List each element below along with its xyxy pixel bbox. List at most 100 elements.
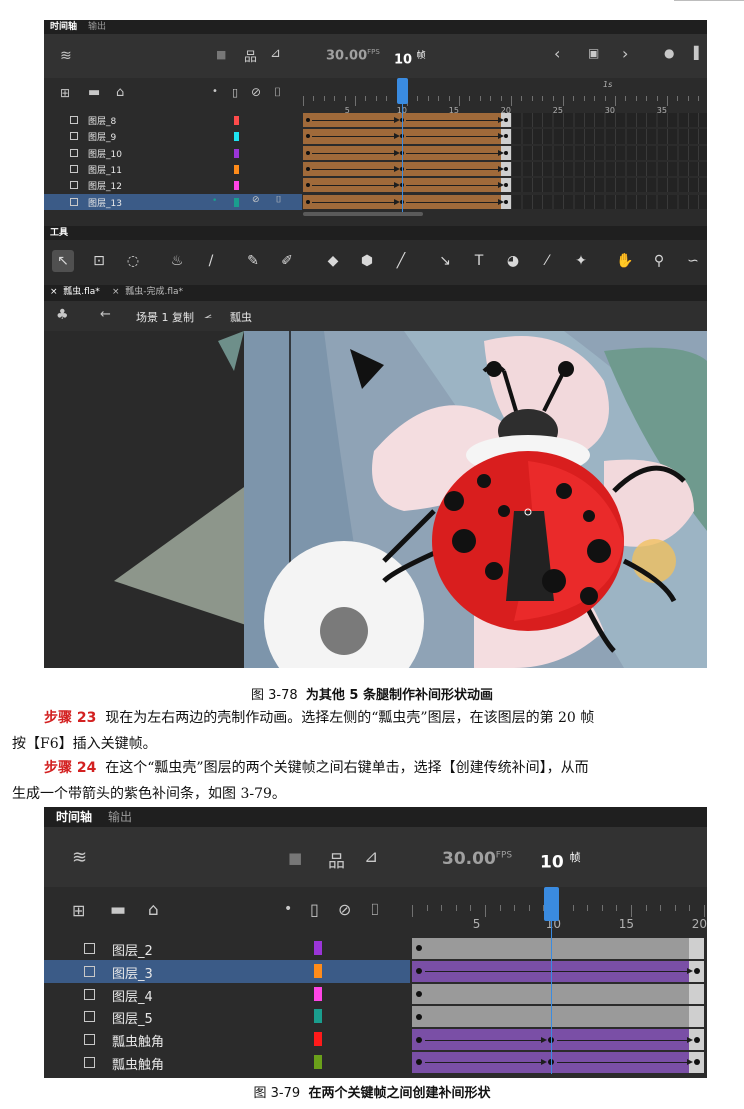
layer-name[interactable]: 图层_4 (112, 986, 153, 1005)
asset-warp-tool-icon[interactable]: ∽ (682, 250, 704, 272)
hide-layers-icon[interactable]: ⊘ (251, 85, 261, 99)
document-tab[interactable]: × 瓢虫-完成.fla* (112, 285, 183, 299)
line-tool-icon[interactable]: ╱ (390, 250, 412, 272)
layer-color-swatch[interactable] (314, 941, 322, 955)
keyframe-dot[interactable] (503, 150, 508, 155)
hierarchy-icon[interactable]: 品 (328, 847, 345, 872)
layer-color-swatch[interactable] (234, 148, 239, 158)
lasso-tool-icon[interactable]: ◌ (122, 250, 144, 272)
layer-color-swatch[interactable] (234, 164, 239, 174)
layer-row[interactable]: 图层_10 (44, 145, 302, 161)
layers-stack-icon[interactable]: ≋ (60, 48, 72, 64)
layer-color-swatch[interactable] (234, 197, 239, 207)
eraser-tool-icon[interactable]: ◆ (322, 250, 344, 272)
layer-color-swatch[interactable] (314, 1055, 322, 1069)
layer-name[interactable]: 图层_11 (88, 163, 122, 176)
camera-icon[interactable]: ■ (216, 48, 226, 61)
tab-output[interactable]: 输出 (84, 20, 110, 34)
graph-icon[interactable]: ⊿ (364, 847, 378, 867)
lock-layers-icon[interactable]: ⌷ (274, 85, 281, 100)
breadcrumb-scene[interactable]: 场景 1 复制 (136, 309, 194, 325)
end-frame-cell[interactable] (689, 1006, 704, 1028)
keyframe-dot[interactable] (693, 968, 700, 975)
next-frame-icon[interactable]: › (622, 44, 628, 63)
static-frame-span[interactable] (412, 1006, 704, 1028)
layer-name[interactable]: 瓢虫触角 (112, 1054, 164, 1073)
layer-name[interactable]: 瓢虫触角 (112, 1031, 164, 1050)
layer-row[interactable]: 图层_11 (44, 161, 302, 177)
text-tool-icon[interactable]: T (468, 250, 490, 272)
layer-color-swatch[interactable] (234, 132, 239, 142)
lock-layers-icon[interactable]: ⌷ (370, 900, 380, 920)
layer-color-swatch[interactable] (234, 116, 239, 125)
playhead-line[interactable] (550, 921, 552, 1074)
graph-icon[interactable]: ⊿ (270, 46, 281, 61)
keyframe-dot[interactable] (416, 1036, 423, 1043)
onion-skin-icon[interactable]: ● (664, 46, 674, 60)
static-frame-span[interactable] (412, 983, 704, 1005)
layer-row[interactable]: 图层_12 (44, 177, 302, 193)
layer-row[interactable]: 图层_13 • ⊘ ⌷ (44, 193, 302, 210)
hierarchy-icon[interactable]: 品 (244, 46, 257, 65)
layer-name[interactable]: 图层_13 (88, 196, 122, 209)
layer-name[interactable]: 图层_5 (112, 1008, 153, 1027)
highlight-dot-icon[interactable]: • (212, 196, 217, 206)
new-folder-icon[interactable]: ▬ (88, 85, 100, 100)
layer-name[interactable]: 图层_2 (112, 940, 153, 959)
back-arrow-icon[interactable]: ← (100, 307, 111, 322)
layer-color-swatch[interactable] (234, 181, 239, 191)
tab-output[interactable]: 输出 (104, 807, 136, 827)
layer-row[interactable]: 图层_8 (44, 112, 302, 128)
new-layer-icon[interactable]: ⊞ (60, 86, 70, 100)
edit-multiple-frames-icon[interactable]: ▌ (694, 46, 703, 60)
breadcrumb-symbol[interactable]: 瓢虫 (230, 309, 252, 325)
keyframe-dot[interactable] (306, 199, 311, 204)
keyframe-dot[interactable] (693, 1036, 700, 1043)
eyedropper-tool-icon[interactable]: ⁄ (536, 250, 558, 272)
layer-name[interactable]: 图层_12 (88, 179, 122, 192)
new-folder-icon[interactable]: ▬ (110, 900, 126, 920)
end-frame-cell[interactable] (689, 983, 704, 1005)
tab-timeline[interactable]: 时间轴 (46, 20, 81, 34)
selection-tool-icon[interactable]: ↖ (52, 250, 74, 272)
current-frame-display[interactable]: 10 帧 (540, 849, 581, 873)
layer-row[interactable]: 图层_4 (44, 983, 410, 1006)
lock-layer-icon[interactable]: ⌷ (276, 195, 281, 205)
hide-layer-icon[interactable]: ⊘ (252, 195, 260, 205)
new-layer-icon[interactable]: ⊞ (72, 901, 85, 920)
end-frame-cell[interactable] (689, 938, 704, 959)
layer-name[interactable]: 图层_10 (88, 147, 122, 160)
keyframe-dot[interactable] (503, 167, 508, 172)
prev-frame-icon[interactable]: ‹ (554, 44, 560, 63)
pencil-tool-icon[interactable]: ✐ (276, 250, 298, 272)
document-tab-active[interactable]: × 瓢虫.fla* (50, 285, 100, 299)
paint-brush-tool-icon[interactable]: ♨ (166, 250, 188, 272)
stage-canvas[interactable] (44, 331, 707, 668)
keyframe-insert-icon[interactable]: ▣ (588, 46, 599, 60)
classic-brush-tool-icon[interactable]: ✎ (242, 250, 264, 272)
highlight-dot-icon[interactable]: • (284, 901, 292, 917)
layer-row[interactable]: 瓢虫触角 (44, 1028, 410, 1051)
highlight-dot-icon[interactable]: • (212, 86, 218, 97)
layer-row[interactable]: 瓢虫触角 (44, 1051, 410, 1074)
current-frame-display[interactable]: 10 帧 (394, 48, 426, 67)
layer-name[interactable]: 图层_3 (112, 963, 153, 982)
layer-name[interactable]: 图层_8 (88, 114, 116, 127)
layer-color-swatch[interactable] (314, 986, 322, 1001)
subselection-tool-icon[interactable]: ↘ (434, 250, 456, 272)
frame-ruler[interactable]: 1s 5101520253035 (303, 78, 707, 115)
playhead-handle[interactable] (543, 887, 559, 921)
brush-tool-icon[interactable]: / (200, 250, 222, 272)
camera-icon[interactable]: ■ (288, 849, 302, 867)
pin-tool-icon[interactable]: ✦ (570, 250, 592, 272)
keyframe-dot[interactable] (503, 118, 508, 123)
layer-row[interactable]: 图层_2 (44, 937, 410, 960)
hand-tool-icon[interactable]: ✋ (614, 250, 636, 272)
layer-row[interactable]: 图层_9 (44, 128, 302, 144)
keyframe-dot[interactable] (306, 150, 311, 155)
symbol-club-icon[interactable]: ♣ (56, 307, 69, 323)
fps-display[interactable]: 30.00FPS (442, 849, 512, 869)
frame-ruler[interactable]: 5 10 15 20 (412, 887, 707, 937)
playhead-line[interactable] (401, 104, 403, 212)
layer-color-swatch[interactable] (314, 1009, 322, 1024)
